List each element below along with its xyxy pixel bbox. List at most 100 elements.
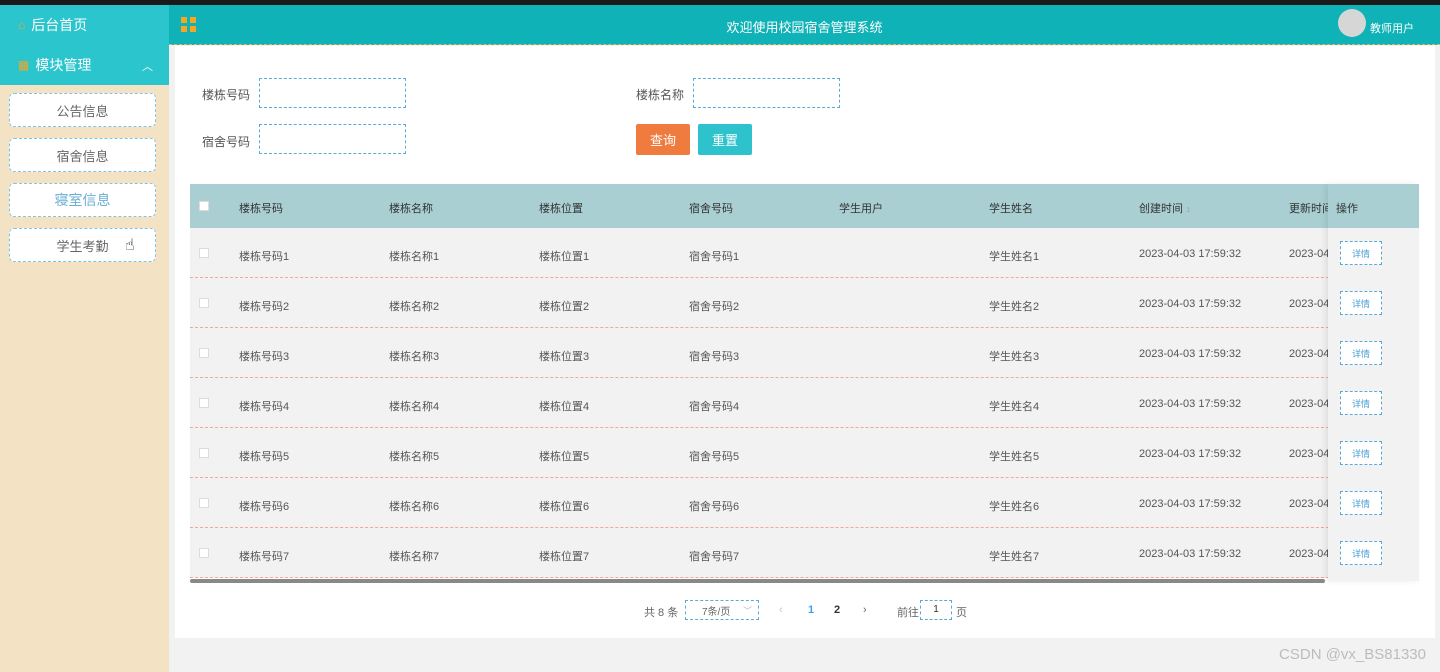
cell-location: 楼栋位置6 — [539, 501, 590, 513]
select-all-checkbox[interactable] — [199, 201, 209, 211]
column-header[interactable]: 楼栋名称 — [389, 200, 433, 216]
reset-button[interactable]: 重置 — [698, 124, 752, 155]
cell-building-name: 楼栋名称5 — [389, 451, 440, 463]
sidebar-item-label: 学生考勤 — [56, 238, 109, 254]
cell-building-no: 楼栋号码3 — [239, 351, 290, 363]
sidebar-item-attendance[interactable]: 学生考勤 ☝ — [9, 228, 156, 262]
operation-cell: 详情 — [1328, 328, 1419, 378]
grid-icon: ▦ — [18, 58, 30, 72]
hand-cursor-icon: ☝ — [125, 237, 135, 254]
table-body: 楼栋号码1 楼栋名称1 楼栋位置1 宿舍号码1 学生姓名1 2023-04-03 17:5… — [190, 228, 1419, 578]
column-header[interactable]: 学生用户 — [839, 200, 883, 216]
cell-dorm-no: 宿舍号码3 — [689, 351, 740, 363]
sidebar-item-announcements[interactable]: 公告信息 — [9, 93, 156, 127]
operation-cell: 详情 — [1328, 278, 1419, 328]
sidebar-item-bedroom[interactable]: 寝室信息 — [9, 183, 156, 217]
cell-dorm-no: 宿舍号码2 — [689, 301, 740, 313]
table-row[interactable]: 楼栋号码1 楼栋名称1 楼栋位置1 宿舍号码1 学生姓名1 2023-04-03 17:5… — [190, 228, 1419, 278]
sidebar-item-module-management[interactable]: ▦ 模块管理 ︿ — [0, 45, 169, 85]
cell-building-no: 楼栋号码1 — [239, 251, 290, 263]
horizontal-scrollbar[interactable] — [190, 579, 1325, 583]
table-row[interactable]: 楼栋号码2 楼栋名称2 楼栋位置2 宿舍号码2 学生姓名2 2023-04-03 17:5… — [190, 278, 1419, 328]
detail-button[interactable]: 详情 — [1340, 341, 1382, 365]
sidebar-item-label: 公告信息 — [56, 103, 109, 119]
prev-page-button[interactable]: ‹ — [779, 604, 783, 616]
detail-button[interactable]: 详情 — [1340, 441, 1382, 465]
cell-student-name: 学生姓名2 — [989, 301, 1040, 313]
row-checkbox[interactable] — [199, 298, 209, 308]
cell-dorm-no: 宿舍号码7 — [689, 551, 740, 563]
sidebar-item-label: 宿舍信息 — [56, 148, 109, 164]
page-2-button[interactable]: 2 — [834, 604, 840, 616]
sidebar: ⌂ 后台首页 ▦ 模块管理 ︿ 公告信息 宿舍信息 寝室信息 学生考勤 ☝ — [0, 5, 169, 672]
row-checkbox[interactable] — [199, 548, 209, 558]
cell-dorm-no: 宿舍号码6 — [689, 501, 740, 513]
row-checkbox[interactable] — [199, 448, 209, 458]
detail-button[interactable]: 详情 — [1340, 491, 1382, 515]
cell-building-no: 楼栋号码4 — [239, 401, 290, 413]
cell-student-name: 学生姓名5 — [989, 451, 1040, 463]
cell-updated: 2023-04- — [1289, 248, 1334, 260]
column-header[interactable]: 更新时间 — [1289, 200, 1333, 216]
cell-created: 2023-04-03 17:59:32 — [1139, 248, 1242, 260]
cell-dorm-no: 宿舍号码5 — [689, 451, 740, 463]
cell-created: 2023-04-03 17:59:32 — [1139, 398, 1242, 410]
operation-body: 详情 详情 详情 详情 详情 详情 详情 — [1328, 228, 1419, 578]
page-size-select[interactable]: 7条/页 ﹀ — [685, 600, 759, 620]
goto-prefix: 前往 — [897, 607, 919, 619]
cell-created: 2023-04-03 17:59:32 — [1139, 498, 1242, 510]
building-name-input[interactable] — [693, 78, 840, 108]
sidebar-module-label: 模块管理 — [35, 57, 92, 73]
column-header: 操作 — [1336, 203, 1358, 215]
cell-student-name: 学生姓名6 — [989, 501, 1040, 513]
sidebar-home-label: 后台首页 — [31, 17, 88, 33]
sidebar-submenu: 公告信息 宿舍信息 寝室信息 学生考勤 ☝ — [0, 85, 169, 262]
operation-cell: 详情 — [1328, 228, 1419, 278]
detail-button[interactable]: 详情 — [1340, 541, 1382, 565]
table-row[interactable]: 楼栋号码7 楼栋名称7 楼栋位置7 宿舍号码7 学生姓名7 2023-04-03 17:5… — [190, 528, 1419, 578]
detail-button[interactable]: 详情 — [1340, 391, 1382, 415]
row-checkbox[interactable] — [199, 248, 209, 258]
row-checkbox[interactable] — [199, 398, 209, 408]
table-row[interactable]: 楼栋号码3 楼栋名称3 楼栋位置3 宿舍号码3 学生姓名3 2023-04-03 17:5… — [190, 328, 1419, 378]
column-header[interactable]: 学生姓名 — [989, 200, 1033, 216]
dorm-no-input[interactable] — [259, 124, 406, 154]
operation-cell: 详情 — [1328, 478, 1419, 528]
sidebar-item-home[interactable]: ⌂ 后台首页 — [0, 5, 169, 45]
table-row[interactable]: 楼栋号码5 楼栋名称5 楼栋位置5 宿舍号码5 学生姓名5 2023-04-03 17:5… — [190, 428, 1419, 478]
table-row[interactable]: 楼栋号码4 楼栋名称4 楼栋位置4 宿舍号码4 学生姓名4 2023-04-03 17:5… — [190, 378, 1419, 428]
detail-button[interactable]: 详情 — [1340, 241, 1382, 265]
avatar[interactable] — [1338, 9, 1366, 37]
column-header[interactable]: 楼栋号码 — [239, 200, 283, 216]
goto-page-input[interactable]: 1 — [920, 600, 952, 620]
chevron-up-icon: ︿ — [142, 61, 153, 73]
cell-updated: 2023-04- — [1289, 348, 1334, 360]
page-1-button[interactable]: 1 — [808, 604, 814, 616]
query-button[interactable]: 查询 — [636, 124, 690, 155]
operation-cell: 详情 — [1328, 428, 1419, 478]
next-page-button[interactable]: › — [863, 604, 867, 616]
username[interactable]: 教师用户 — [1370, 20, 1414, 36]
detail-button[interactable]: 详情 — [1340, 291, 1382, 315]
cell-building-no: 楼栋号码7 — [239, 551, 290, 563]
sidebar-item-dormitory[interactable]: 宿舍信息 — [9, 138, 156, 172]
operation-cell: 详情 — [1328, 378, 1419, 428]
cell-building-name: 楼栋名称4 — [389, 401, 440, 413]
top-header: 欢迎使用校园宿舍管理系统 教师用户 — [169, 5, 1440, 45]
operation-cell: 详情 — [1328, 528, 1419, 578]
column-header[interactable]: 楼栋位置 — [539, 200, 583, 216]
sort-icon[interactable]: ↕ — [1186, 204, 1191, 214]
cell-building-name: 楼栋名称2 — [389, 301, 440, 313]
cell-dorm-no: 宿舍号码1 — [689, 251, 740, 263]
cell-location: 楼栋位置4 — [539, 401, 590, 413]
cell-created: 2023-04-03 17:59:32 — [1139, 548, 1242, 560]
row-checkbox[interactable] — [199, 498, 209, 508]
cell-created: 2023-04-03 17:59:32 — [1139, 448, 1242, 460]
building-no-input[interactable] — [259, 78, 406, 108]
cell-student-name: 学生姓名1 — [989, 251, 1040, 263]
row-checkbox[interactable] — [199, 348, 209, 358]
column-header[interactable]: 宿舍号码 — [689, 200, 733, 216]
pagination-total: 共 8 条 — [644, 607, 679, 619]
column-header-created[interactable]: 创建时间 ↕ — [1139, 200, 1191, 216]
table-row[interactable]: 楼栋号码6 楼栋名称6 楼栋位置6 宿舍号码6 学生姓名6 2023-04-03 17:5… — [190, 478, 1419, 528]
